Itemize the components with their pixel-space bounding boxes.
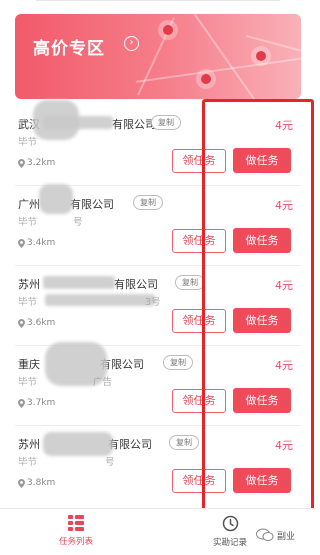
map-line — [135, 57, 301, 83]
copy-button[interactable]: 复制 — [169, 435, 199, 450]
copy-button[interactable]: 复制 — [163, 355, 193, 370]
copy-button[interactable]: 复制 — [175, 275, 205, 290]
address: 毕节号 — [18, 217, 83, 228]
location-pin-icon — [18, 478, 25, 488]
tab-task-list-label: 任务列表 — [58, 537, 93, 547]
map-pin-dot — [256, 51, 266, 61]
location-pin-icon — [18, 158, 25, 168]
redacted-blur — [43, 432, 113, 456]
copy-button[interactable]: 复制 — [133, 195, 163, 210]
map-pin-dot — [163, 25, 173, 35]
map-pin-dot — [201, 74, 211, 84]
task-row: 重庆 有限公司 复制 毕节 广告 3.7km 4元 领任务 做任务 — [15, 342, 301, 426]
watermark-text: 副业 — [277, 531, 296, 542]
distance: 3.8km — [18, 478, 55, 488]
task-row: 武汉 有限公司 复制 毕节 3.2km 4元 领任务 做任务 — [15, 100, 301, 186]
distance: 3.2km — [18, 158, 55, 168]
redacted-blur — [43, 276, 115, 289]
address: 毕节号 — [18, 457, 115, 468]
do-task-button[interactable]: 做任务 — [233, 228, 291, 253]
task-price: 4元 — [275, 279, 293, 292]
task-price: 4元 — [275, 359, 293, 372]
address: 毕节 3号 — [18, 297, 161, 308]
address: 毕节 广告 — [18, 377, 113, 388]
task-price: 4元 — [275, 199, 293, 212]
do-task-button[interactable]: 做任务 — [233, 148, 291, 173]
task-price: 4元 — [275, 439, 293, 452]
task-list: 武汉 有限公司 复制 毕节 3.2km 4元 领任务 做任务 广州 有限公司 复制 … — [0, 100, 316, 506]
location-pin-icon — [18, 398, 25, 408]
claim-task-button[interactable]: 领任务 — [172, 389, 226, 413]
clock-history-icon — [222, 515, 238, 532]
redacted-blur — [33, 100, 79, 140]
task-row: 苏州 有限公司 复制 毕节号 3.8km 4元 领任务 做任务 — [15, 426, 301, 506]
map-line — [193, 14, 259, 99]
list-icon — [68, 515, 84, 531]
claim-task-button[interactable]: 领任务 — [172, 469, 226, 493]
do-task-button[interactable]: 做任务 — [233, 468, 291, 493]
claim-task-button[interactable]: 领任务 — [172, 149, 226, 173]
banner-title: 高价专区 — [33, 39, 105, 59]
location-pin-icon — [18, 238, 25, 248]
distance: 3.7km — [18, 398, 55, 408]
top-divider — [36, 0, 280, 4]
task-row: 苏州 有限公司 复制 毕节 3号 3.6km 4元 领任务 做任务 — [15, 266, 301, 346]
copy-button[interactable]: 复制 — [151, 115, 181, 130]
task-row: 广州 有限公司 复制 毕节号 3.4km 4元 领任务 做任务 — [15, 184, 301, 266]
tab-task-list[interactable]: 任务列表 — [46, 515, 106, 547]
address: 毕节 — [18, 137, 38, 148]
wechat-icon — [256, 528, 274, 541]
do-task-button[interactable]: 做任务 — [233, 388, 291, 413]
map-line — [245, 34, 301, 56]
task-price: 4元 — [275, 119, 293, 132]
do-task-button[interactable]: 做任务 — [233, 308, 291, 333]
chevron-right-icon[interactable]: › — [124, 36, 139, 51]
distance: 3.6km — [18, 318, 55, 328]
tab-survey-records-label: 实勘记录 — [212, 538, 247, 548]
premium-zone-banner[interactable]: 高价专区 › — [15, 14, 301, 99]
watermark: 副业 — [256, 528, 295, 542]
distance: 3.4km — [18, 238, 55, 248]
claim-task-button[interactable]: 领任务 — [172, 309, 226, 333]
redacted-blur — [39, 184, 73, 214]
location-pin-icon — [18, 318, 25, 328]
claim-task-button[interactable]: 领任务 — [172, 229, 226, 253]
tab-survey-records[interactable]: 实勘记录 — [200, 515, 260, 548]
